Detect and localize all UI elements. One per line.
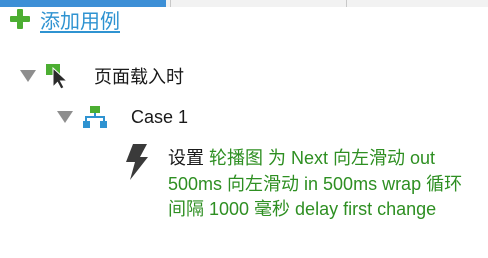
tab-divider — [346, 0, 347, 7]
event-row[interactable]: 页面载入时 — [20, 61, 184, 91]
plus-icon — [10, 9, 30, 29]
add-case-link[interactable]: 添加用例 — [10, 5, 120, 33]
cursor-event-icon — [46, 64, 69, 90]
case-label: Case 1 — [131, 106, 189, 127]
case-row[interactable]: Case 1 — [57, 102, 188, 132]
action-detail: 轮播图 为 Next 向左滑动 out 500ms 向左滑动 in 500ms … — [168, 148, 463, 219]
caret-down-icon[interactable] — [57, 111, 73, 123]
tab-divider — [170, 0, 171, 7]
event-label: 页面载入时 — [94, 67, 184, 87]
action-description: 设置 轮播图 为 Next 向左滑动 out 500ms 向左滑动 in 500… — [168, 142, 478, 223]
add-case-label[interactable]: 添加用例 — [40, 5, 120, 34]
lightning-icon — [126, 144, 148, 180]
case-tree-icon — [83, 106, 107, 128]
caret-down-icon[interactable] — [20, 70, 36, 82]
action-verb: 设置 — [168, 148, 204, 168]
action-item[interactable]: 设置 轮播图 为 Next 向左滑动 out 500ms 向左滑动 in 500… — [124, 142, 478, 223]
